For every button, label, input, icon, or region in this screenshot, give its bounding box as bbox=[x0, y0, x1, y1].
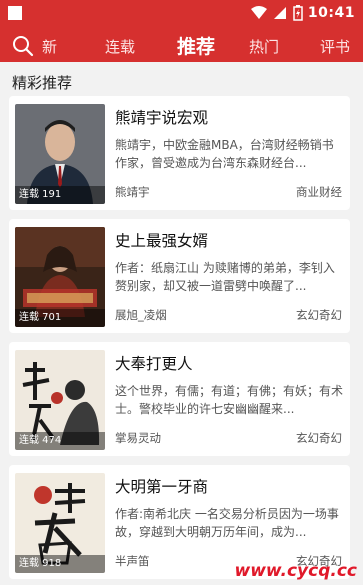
tab-serial[interactable]: 连载 bbox=[105, 36, 135, 57]
book-title[interactable]: 大奉打更人 bbox=[115, 352, 193, 374]
wifi-icon bbox=[251, 6, 267, 19]
tab-hot[interactable]: 热门 bbox=[249, 36, 279, 57]
book-description: 作者：纸扇江山 为赎赌博的弟弟，李钊入赘别家，却又被一道雷劈中唤醒了... bbox=[115, 261, 335, 293]
tab-recommend[interactable]: 推荐 bbox=[177, 32, 215, 59]
book-category: 玄幻奇幻 bbox=[296, 308, 342, 322]
battery-icon bbox=[293, 5, 303, 21]
app-header: 10:41 新 连载 推荐 热门 评书 bbox=[0, 0, 363, 62]
status-badge: 连载 701 bbox=[15, 309, 105, 327]
tab-new[interactable]: 新 bbox=[42, 36, 57, 57]
book-cover: 连载 701 bbox=[15, 227, 105, 327]
site-watermark: www.cycq.cc bbox=[234, 561, 357, 581]
book-description: 这个世界，有儒；有道；有佛；有妖；有术士。警校毕业的许七安幽幽醒来... bbox=[115, 384, 343, 416]
book-card[interactable]: 连载 701 史上最强女婿 作者：纸扇江山 为赎赌博的弟弟，李钊入赘别家，却又被… bbox=[9, 219, 350, 333]
status-icons bbox=[251, 5, 303, 21]
signal-icon bbox=[274, 7, 286, 19]
book-cover: 连载 191 bbox=[15, 104, 105, 204]
status-badge: 连载 474 bbox=[15, 432, 105, 450]
book-category: 商业财经 bbox=[296, 185, 342, 199]
book-category: 玄幻奇幻 bbox=[296, 431, 342, 445]
status-time: 10:41 bbox=[307, 5, 355, 21]
book-title[interactable]: 大明第一牙商 bbox=[115, 475, 208, 497]
book-description: 熊靖宇，中欧金融MBA，台湾财经畅销书作家，曾受邀成为台湾东森财经台... bbox=[115, 138, 334, 170]
section-title: 精彩推荐 bbox=[12, 74, 73, 92]
book-card[interactable]: 连载 191 熊靖宇说宏观 熊靖宇，中欧金融MBA，台湾财经畅销书作家，曾受邀成… bbox=[9, 96, 350, 210]
book-author: 掌易灵动 bbox=[115, 431, 161, 445]
status-badge: 连载 191 bbox=[15, 186, 105, 204]
book-description: 作者:南希北庆 一名交易分析员因为一场事故，穿越到大明朝万历年间，成为... bbox=[115, 507, 339, 539]
book-cover: 连载 474 bbox=[15, 350, 105, 450]
book-author: 半声笛 bbox=[115, 554, 150, 568]
book-author: 熊靖宇 bbox=[115, 185, 150, 199]
tab-storytelling[interactable]: 评书 bbox=[320, 36, 350, 57]
status-bar: 10:41 bbox=[0, 0, 363, 28]
search-icon[interactable] bbox=[12, 35, 34, 57]
top-nav: 新 连载 推荐 热门 评书 bbox=[0, 30, 363, 60]
book-author: 展旭_凌烟 bbox=[115, 308, 167, 322]
status-badge: 连载 918 bbox=[15, 555, 105, 573]
book-cover: 连载 918 bbox=[15, 473, 105, 573]
notification-icon bbox=[8, 6, 22, 20]
book-title[interactable]: 熊靖宇说宏观 bbox=[115, 106, 208, 128]
book-title[interactable]: 史上最强女婿 bbox=[115, 229, 208, 251]
book-card[interactable]: 连载 474 大奉打更人 这个世界，有儒；有道；有佛；有妖；有术士。警校毕业的许… bbox=[9, 342, 350, 456]
